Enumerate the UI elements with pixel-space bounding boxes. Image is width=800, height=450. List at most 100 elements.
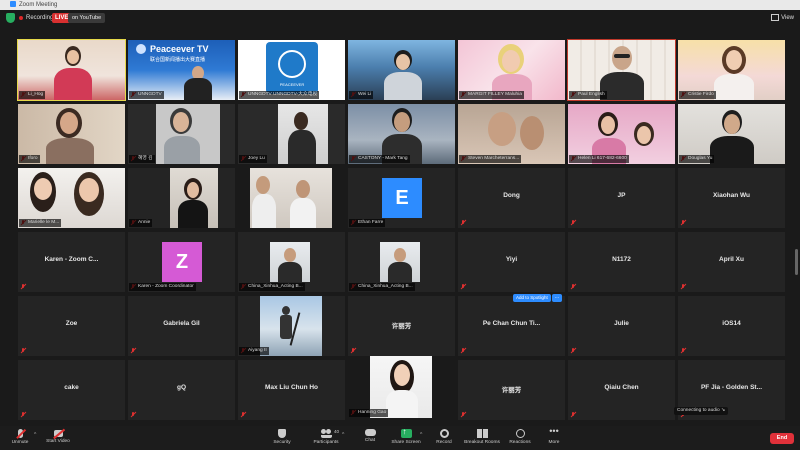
peaceever-subtitle: 联合国新闻播出大赛直播 <box>150 57 206 63</box>
participant-tile[interactable]: cake <box>18 360 125 420</box>
participant-avatar: E <box>382 178 422 218</box>
participant-name-center: Pe Chan Chun Ti... <box>482 320 541 327</box>
participant-tile[interactable]: Z Karen - Zoom Coordinator <box>128 232 235 292</box>
participant-tile[interactable]: Dong <box>458 168 565 228</box>
participant-tile[interactable]: Annie <box>128 168 235 228</box>
window-title: Zoom Meeting <box>19 2 58 8</box>
participant-tile[interactable]: China_Xinhua_Acting B... <box>238 232 345 292</box>
participant-tile[interactable]: April Xu <box>678 232 785 292</box>
participant-tile[interactable]: gQ <box>128 360 235 420</box>
participant-tile[interactable]: E Ethan Farre <box>348 168 455 228</box>
participants-button[interactable]: 40 Participants <box>306 428 346 448</box>
participant-tile[interactable]: Wei Li <box>348 40 455 100</box>
participant-tile[interactable]: 혜영 김 <box>128 104 235 164</box>
participant-tile[interactable]: Hanning Gao <box>348 356 455 418</box>
participant-name: Aiyang II <box>239 347 269 355</box>
muted-mic-icon <box>20 284 26 290</box>
participant-name: Wei Li <box>349 91 374 99</box>
participant-tile[interactable]: Paul English <box>567 39 676 101</box>
muted-mic-icon <box>460 348 466 354</box>
participant-tile[interactable]: Joey Lu <box>238 104 345 164</box>
encryption-shield-icon[interactable] <box>6 13 15 23</box>
muted-mic-icon <box>570 412 576 418</box>
participant-video <box>260 296 322 356</box>
live-stream-target[interactable]: on YouTube <box>68 13 106 23</box>
participant-tile[interactable]: Gabriela Gil <box>128 296 235 356</box>
participant-tile[interactable]: Xiaohan Wu <box>678 168 785 228</box>
participant-tile[interactable]: CASTONY - Mark Tang <box>348 104 455 164</box>
breakout-rooms-button[interactable]: Breakout Rooms <box>462 428 502 448</box>
gallery-scrollbar[interactable] <box>795 249 798 275</box>
participant-name-center: Max Liu Chun Ho <box>264 384 319 391</box>
participant-tile[interactable]: Zoe <box>18 296 125 356</box>
participant-tile[interactable]: Douglas Yu <box>678 104 785 164</box>
participant-name: CASTONY - Mark Tang <box>349 155 410 163</box>
meeting-toolbar: Unmute ^ Start Video Security 40 Partici… <box>0 426 800 450</box>
reactions-smiley-icon <box>515 429 525 438</box>
participant-name-center: gQ <box>176 384 187 391</box>
participant-tile[interactable]: Qiaiu Chen <box>568 360 675 420</box>
start-video-label: Start Video <box>46 439 70 444</box>
participant-name-center: iOS14 <box>722 320 741 327</box>
unmute-button[interactable]: Unmute <box>0 428 40 448</box>
participant-tile[interactable]: Iforo <box>18 104 125 164</box>
video-off-icon <box>53 430 63 437</box>
share-options-chevron-icon[interactable]: ^ <box>420 432 422 438</box>
participant-video <box>380 242 420 282</box>
start-video-button[interactable]: Start Video <box>38 428 78 448</box>
participant-tile[interactable]: China_Xinhua_Acting B... <box>348 232 455 292</box>
muted-mic-icon <box>680 220 686 226</box>
participant-tile[interactable]: Helen Li 617-682-6600 <box>568 104 675 164</box>
audio-options-chevron-icon[interactable]: ^ <box>34 432 36 438</box>
add-to-spotlight-button[interactable]: Add to Spotlight <box>513 294 551 302</box>
participant-name: China_Xinhua_Acting B... <box>349 283 415 291</box>
participant-name: Hanning Gao <box>349 409 389 417</box>
participant-tile[interactable]: JP <box>568 168 675 228</box>
participant-name: Li_Hog <box>19 91 46 99</box>
participants-icon <box>320 429 332 438</box>
tile-more-button[interactable]: ... <box>552 294 562 302</box>
record-icon <box>439 429 449 438</box>
record-button[interactable]: Record <box>424 428 464 448</box>
participant-tile[interactable]: Yiyi <box>458 232 565 292</box>
participant-tile[interactable]: 许丽芳 <box>458 360 565 420</box>
participant-tile[interactable]: PEACEEVER UNNGDTV UNNGDTV-大众电视 <box>238 40 345 100</box>
share-screen-button[interactable]: Share Screen <box>386 427 426 448</box>
participants-label: Participants <box>313 440 339 445</box>
participant-name-center: Julie <box>614 320 629 327</box>
view-button[interactable]: View <box>771 13 794 23</box>
participant-name: China_Xinhua_Acting B... <box>239 283 305 291</box>
participants-chevron-icon[interactable]: ^ <box>342 432 344 438</box>
participant-tile[interactable]: N1172 <box>568 232 675 292</box>
participant-name: 혜영 김 <box>129 155 155 163</box>
participant-name: Joey Lu <box>239 155 267 163</box>
participant-name-center: Qiaiu Chen <box>604 384 639 391</box>
participant-tile[interactable] <box>238 168 345 228</box>
participant-tile[interactable]: Cristie Firdo <box>678 40 785 100</box>
participant-tile[interactable]: Li_Hog <box>17 39 126 101</box>
more-button[interactable]: ••• More <box>534 427 574 448</box>
participant-tile[interactable]: Julie <box>568 296 675 356</box>
participant-tile[interactable]: Peaceever TV 联合国新闻播出大赛直播 UNNGDTV <box>128 40 235 100</box>
end-meeting-button[interactable]: End <box>770 433 794 444</box>
chat-button[interactable]: Chat <box>350 428 390 448</box>
participant-tile[interactable]: Karen - Zoom C... <box>18 232 125 292</box>
participant-tile[interactable]: iOS14 <box>678 296 785 356</box>
zoom-window: Zoom Meeting Recording LIVE on YouTube V… <box>0 0 800 450</box>
security-button[interactable]: Security <box>262 428 302 448</box>
muted-mic-icon <box>460 412 466 418</box>
participant-tile[interactable]: Max Liu Chun Ho <box>238 360 345 420</box>
participant-tile[interactable]: Pe Chan Chun Ti... <box>458 296 565 356</box>
muted-mic-icon <box>130 412 136 418</box>
participant-name: UNNGDTV <box>129 91 164 99</box>
title-bar: Zoom Meeting <box>0 0 800 10</box>
muted-mic-icon <box>17 429 23 438</box>
participant-tile[interactable]: Steven Marcheterrans... <box>458 104 565 164</box>
participant-name: Cristie Firdo <box>679 91 716 99</box>
participant-tile[interactable]: Aiyang II <box>238 296 345 356</box>
participant-tile[interactable]: 许丽芳 <box>348 296 455 356</box>
muted-mic-icon <box>20 412 26 418</box>
participant-tile[interactable]: Marielle le M... <box>18 168 125 228</box>
recording-label[interactable]: Recording <box>26 12 53 24</box>
participant-tile[interactable]: MARGIT FILLEY Maluhia <box>458 40 565 100</box>
